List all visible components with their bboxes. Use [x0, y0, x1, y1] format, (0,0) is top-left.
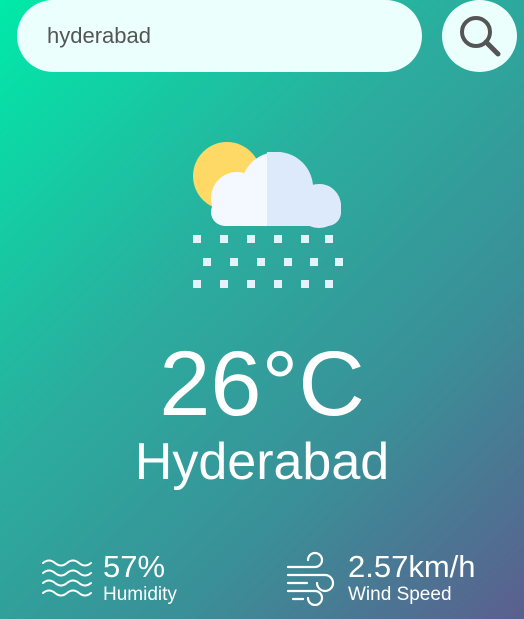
- search-bar: [17, 0, 517, 72]
- snow-cloud-sun-icon: [193, 142, 343, 288]
- search-button[interactable]: [442, 0, 517, 72]
- city-name: Hyderabad: [134, 433, 390, 491]
- humidity-label: Humidity: [103, 584, 177, 605]
- search-icon: [459, 16, 500, 57]
- search-input[interactable]: [17, 0, 422, 72]
- temperature: 26°C: [159, 333, 365, 435]
- wind-value: 2.57km/h: [348, 549, 476, 584]
- wind-icon: [286, 551, 335, 606]
- wind-label: Wind Speed: [348, 584, 452, 605]
- weather-icon: [185, 140, 350, 295]
- humidity-waves-icon: [42, 559, 92, 596]
- wind-detail: 2.57km/h Wind Speed: [285, 550, 476, 606]
- humidity-detail: 57% Humidity: [40, 550, 177, 606]
- humidity-value: 57%: [103, 549, 166, 584]
